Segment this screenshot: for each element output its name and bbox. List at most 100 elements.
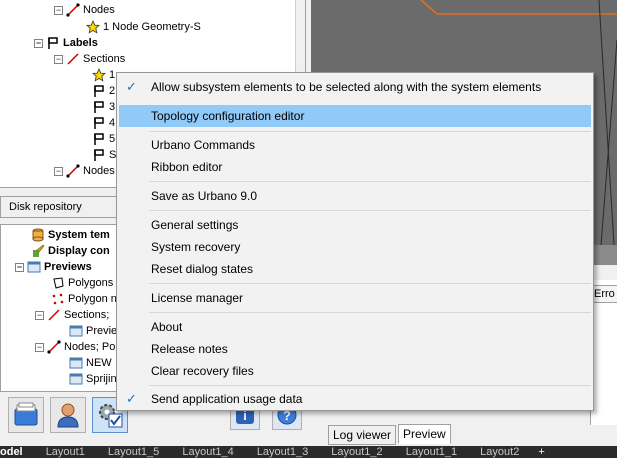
menu-separator: [149, 283, 591, 284]
tree-item-label: Previews: [44, 261, 92, 273]
tree-item-labels[interactable]: − Labels: [34, 35, 98, 51]
user-icon: [57, 403, 79, 428]
tree-item-section-4[interactable]: 4: [92, 115, 115, 131]
menu-item-label: Topology configuration editor: [151, 109, 305, 123]
add-layout-button[interactable]: +: [538, 446, 544, 458]
tree-item-sections[interactable]: − Sections: [54, 51, 125, 67]
tree-item-section-5[interactable]: 5: [92, 131, 115, 147]
menu-item-label: License manager: [151, 291, 244, 305]
menu-separator: [149, 312, 591, 313]
menu-item-general-settings[interactable]: General settings: [119, 214, 591, 236]
tree-item-system-templates[interactable]: System tem: [31, 227, 110, 243]
tree-item-label: Nodes: [83, 165, 115, 177]
tree-item-label: Polygon n: [68, 293, 117, 305]
tree-item-label: 3: [109, 101, 116, 113]
tree-item-label: Nodes; Po: [64, 341, 116, 353]
menu-separator: [149, 210, 591, 211]
collapse-icon[interactable]: −: [35, 310, 44, 320]
tree-item-sections-preview[interactable]: − Sections;: [35, 307, 109, 323]
tree-item-label: 1: [109, 69, 116, 81]
tab-label: Log viewer: [333, 428, 392, 442]
menu-item-about[interactable]: About: [119, 316, 591, 338]
menu-item-label: General settings: [151, 218, 239, 232]
menu-item-system-recovery[interactable]: System recovery: [119, 236, 591, 258]
tree-item-polygons[interactable]: Polygons: [51, 275, 113, 291]
collapse-icon[interactable]: −: [35, 342, 44, 352]
tree-item-sprijin[interactable]: Sprijin: [69, 371, 117, 387]
tree-item-polygon-nodes[interactable]: Polygon n: [51, 291, 117, 307]
menu-item-label: Save as Urbano 9.0: [151, 189, 258, 203]
tree-item-label: Previe: [86, 325, 118, 337]
tree-item-nodes-2[interactable]: − Nodes: [54, 163, 115, 179]
tree-item-label: System tem: [48, 229, 110, 241]
menu-item-label: About: [151, 320, 183, 334]
star-icon: [86, 20, 100, 34]
tree-item-nodes[interactable]: − Nodes: [54, 2, 115, 18]
polygon-icon: [53, 277, 64, 289]
node-line-icon: [66, 3, 80, 17]
tree-item-section-2[interactable]: 2: [92, 83, 115, 99]
collapse-icon[interactable]: −: [54, 5, 63, 15]
check-icon: ✓: [126, 79, 137, 94]
flag-icon: [94, 85, 104, 97]
layout-tab[interactable]: Layout1_4: [182, 446, 233, 458]
database-icon: [32, 228, 44, 242]
tree-item-label: 4: [109, 117, 116, 129]
layout-tab[interactable]: Layout1: [46, 446, 85, 458]
check-icon: ✓: [126, 391, 137, 406]
layout-tab[interactable]: Layout1_2: [331, 446, 382, 458]
flag-icon: [94, 149, 104, 161]
tab-preview[interactable]: Preview: [398, 424, 451, 444]
menu-item-release-notes[interactable]: Release notes: [119, 338, 591, 360]
tree-item-display-config[interactable]: Display con: [31, 243, 110, 259]
tree-item-label: 1 Node Geometry-S: [103, 21, 201, 33]
tree-item-section-1[interactable]: 1: [92, 67, 115, 83]
tree-item-section-3[interactable]: 3: [92, 99, 115, 115]
tree-item-previews[interactable]: − Previews: [15, 259, 92, 275]
menu-item-topology-editor[interactable]: Topology configuration editor: [119, 105, 591, 127]
layout-tab[interactable]: Layout1_1: [406, 446, 457, 458]
tree-item-label: Labels: [63, 37, 98, 49]
error-column-header[interactable]: Erro: [590, 285, 617, 303]
flag-icon: [94, 133, 104, 145]
layout-tab[interactable]: odel: [0, 446, 23, 458]
tree-item-node-geometry[interactable]: 1 Node Geometry-S: [86, 19, 201, 35]
node-line-icon: [66, 164, 80, 178]
tab-log-viewer[interactable]: Log viewer: [328, 425, 397, 445]
paint-brush-icon: [33, 244, 45, 257]
menu-item-urbano-commands[interactable]: Urbano Commands: [119, 134, 591, 156]
menu-separator: [149, 131, 591, 132]
menu-separator: [149, 181, 591, 182]
user-button[interactable]: [50, 397, 86, 433]
node-line-icon: [47, 340, 61, 354]
flag-icon: [48, 37, 58, 49]
tree-item-label: Sprijin: [86, 373, 117, 385]
tree-item-label: Polygons: [68, 277, 114, 289]
tree-item-label: 2: [109, 85, 116, 97]
menu-item-label: Clear recovery files: [151, 364, 254, 378]
layout-tab[interactable]: Layout1_5: [108, 446, 159, 458]
collapse-icon[interactable]: −: [15, 262, 24, 272]
collapse-icon[interactable]: −: [54, 54, 63, 64]
menu-item-save-as-urbano[interactable]: Save as Urbano 9.0: [119, 185, 591, 207]
menu-item-label: Send application usage data: [151, 392, 303, 406]
layout-tab[interactable]: Layout1_3: [257, 446, 308, 458]
menu-item-clear-recovery-files[interactable]: Clear recovery files: [119, 360, 591, 382]
disk-repository-label: Disk repository: [9, 201, 82, 213]
layout-tab[interactable]: Layout2: [480, 446, 519, 458]
menu-item-license-manager[interactable]: License manager: [119, 287, 591, 309]
tree-item-preview[interactable]: Previe: [69, 323, 117, 339]
menu-item-ribbon-editor[interactable]: Ribbon editor: [119, 156, 591, 178]
tree-item-nodes-polygons[interactable]: − Nodes; Po: [35, 339, 115, 355]
menu-item-allow-subsystem[interactable]: ✓ Allow subsystem elements to be selecte…: [119, 76, 591, 98]
preview-window-icon: [69, 357, 83, 369]
menu-item-send-usage-data[interactable]: ✓ Send application usage data: [119, 388, 591, 410]
tree-item-new[interactable]: NEW: [69, 355, 112, 371]
tree-item-label: Sections: [83, 53, 126, 65]
repository-button[interactable]: [8, 397, 44, 433]
menu-item-reset-dialog-states[interactable]: Reset dialog states: [119, 258, 591, 280]
collapse-icon[interactable]: −: [54, 166, 63, 176]
collapse-icon[interactable]: −: [34, 38, 43, 48]
section-line-icon: [48, 309, 60, 321]
menu-separator: [149, 385, 591, 386]
